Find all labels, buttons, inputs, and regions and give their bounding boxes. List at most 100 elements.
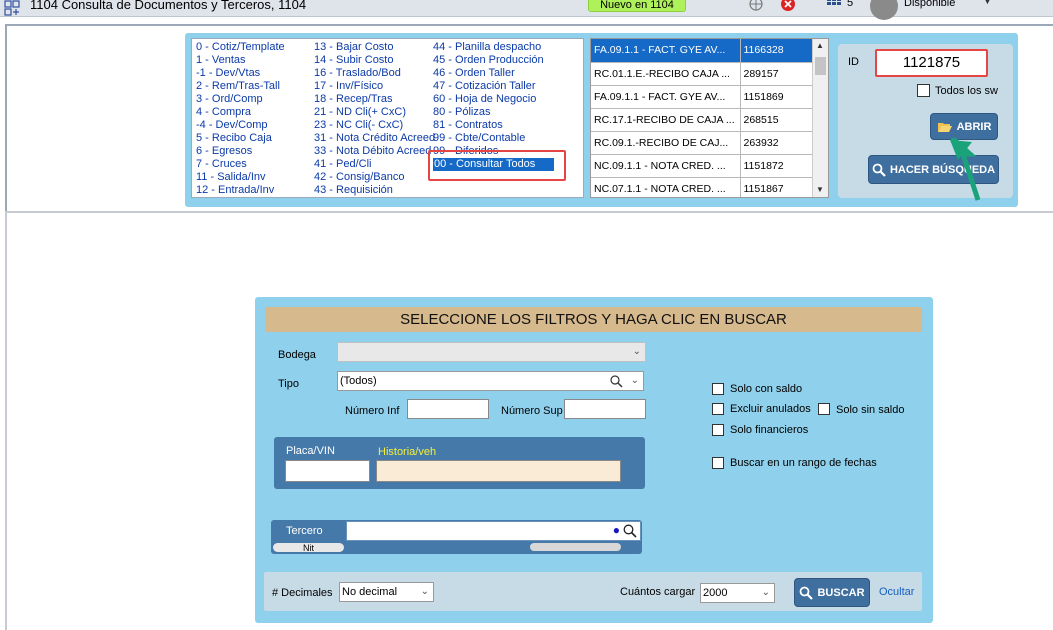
tipo-value: (Todos) (340, 375, 377, 387)
grid-menu-icon[interactable] (827, 0, 841, 10)
doc-type-item[interactable]: -4 - Dev/Comp (196, 119, 285, 132)
avatar[interactable] (870, 0, 898, 20)
table-row[interactable]: FA.09.1.1 - FACT. GYE AV... 1151869 (591, 85, 813, 109)
number-cell[interactable]: 263932 (740, 131, 813, 155)
cuantos-cargar-select[interactable]: 2000 ⌄ (700, 583, 775, 603)
table-row[interactable]: RC.09.1.-RECIBO DE CAJ... 263932 (591, 131, 813, 155)
decimales-select[interactable]: No decimal ⌄ (339, 582, 434, 602)
abrir-button[interactable]: ABRIR (930, 113, 998, 140)
doc-type-item[interactable]: 14 - Subir Costo (314, 54, 435, 67)
number-cell[interactable]: 1151867 (740, 177, 813, 197)
rango-fechas-checkbox[interactable] (712, 457, 724, 469)
number-cell[interactable]: 1151869 (740, 85, 813, 109)
search-icon[interactable] (623, 524, 637, 538)
doc-type-item[interactable]: 7 - Cruces (196, 158, 285, 171)
tipo-select[interactable]: (Todos) ⌄ (337, 371, 644, 391)
solo-con-saldo-checkbox[interactable] (712, 383, 724, 395)
nit-toggle[interactable]: Nit (273, 543, 344, 553)
chevron-down-icon[interactable]: ▼ (983, 0, 992, 6)
document-cell[interactable]: FA.09.1.1 - FACT. GYE AV... (591, 39, 741, 63)
buscar-label: BUSCAR (817, 586, 865, 599)
chevron-down-icon[interactable]: ⌄ (631, 372, 639, 390)
folder-open-icon (937, 122, 952, 132)
number-cell[interactable]: 268515 (740, 108, 813, 132)
doc-type-item[interactable]: 43 - Requisición (314, 184, 435, 197)
document-cell[interactable]: RC.01.1.E.-RECIBO CAJA ... (591, 62, 741, 86)
scroll-down-icon[interactable]: ▼ (816, 185, 824, 194)
doc-type-item[interactable]: 21 - ND Cli(+ CxC) (314, 106, 435, 119)
number-cell[interactable]: 1151872 (740, 154, 813, 178)
doc-type-item[interactable]: 17 - Inv/Físico (314, 80, 435, 93)
bodega-select[interactable]: ⌄ (337, 342, 646, 362)
ocultar-link[interactable]: Ocultar (879, 586, 914, 598)
globe-icon[interactable] (748, 0, 764, 12)
doc-type-item[interactable]: 13 - Bajar Costo (314, 41, 435, 54)
table-row[interactable]: RC.17.1-RECIBO DE CAJA ... 268515 (591, 108, 813, 132)
doc-type-item[interactable]: 11 - Salida/Inv (196, 171, 285, 184)
results-table[interactable]: FA.09.1.1 - FACT. GYE AV... 1166328 RC.01.… (590, 38, 829, 198)
numero-inf-input[interactable] (407, 399, 489, 419)
solo-sin-saldo-checkbox[interactable] (818, 403, 830, 415)
doc-type-item[interactable]: 3 - Ord/Comp (196, 93, 285, 106)
doc-type-item[interactable]: 47 - Cotización Taller (433, 80, 554, 93)
tercero-slider[interactable] (530, 543, 621, 551)
scrollbar-thumb[interactable] (815, 57, 826, 75)
document-cell[interactable]: NC.07.1.1 - NOTA CRED. ... (591, 177, 741, 197)
doc-type-item[interactable]: 45 - Orden Producción (433, 54, 554, 67)
scroll-up-icon[interactable]: ▲ (816, 41, 824, 50)
search-icon (872, 163, 886, 177)
document-cell[interactable]: NC.09.1.1 - NOTA CRED. ... (591, 154, 741, 178)
document-cell[interactable]: RC.09.1.-RECIBO DE CAJ... (591, 131, 741, 155)
historia-veh-link[interactable]: Historia/veh (378, 446, 436, 458)
table-row[interactable]: FA.09.1.1 - FACT. GYE AV... 1166328 (591, 39, 813, 63)
solo-financieros-checkbox[interactable] (712, 424, 724, 436)
doc-type-item[interactable]: 2 - Rem/Tras-Tall (196, 80, 285, 93)
numero-sup-input[interactable] (564, 399, 646, 419)
tercero-input[interactable]: ● (346, 521, 641, 541)
results-scrollbar[interactable]: ▲ ▼ (812, 39, 828, 197)
tercero-label: Tercero (286, 525, 323, 537)
table-row[interactable]: RC.01.1.E.-RECIBO CAJA ... 289157 (591, 62, 813, 86)
number-cell[interactable]: 1166328 (740, 39, 813, 63)
doc-type-item[interactable]: 31 - Nota Crédito Acreed (314, 132, 435, 145)
doc-type-item[interactable]: 46 - Orden Taller (433, 67, 554, 80)
excluir-anulados-label: Excluir anulados (730, 403, 811, 415)
doc-type-item[interactable]: 80 - Pólizas (433, 106, 554, 119)
doc-type-item[interactable]: 16 - Traslado/Bod (314, 67, 435, 80)
doc-type-item[interactable]: -1 - Dev/Vtas (196, 67, 285, 80)
doc-type-item[interactable]: 60 - Hoja de Negocio (433, 93, 554, 106)
doc-type-item[interactable]: 5 - Recibo Caja (196, 132, 285, 145)
document-cell[interactable]: FA.09.1.1 - FACT. GYE AV... (591, 85, 741, 109)
doc-type-item[interactable]: 6 - Egresos (196, 145, 285, 158)
number-cell[interactable]: 289157 (740, 62, 813, 86)
doc-type-item[interactable]: 81 - Contratos (433, 119, 554, 132)
numero-sup-label: Número Sup (501, 405, 563, 417)
doc-type-item[interactable]: 41 - Ped/Cli (314, 158, 435, 171)
buscar-button[interactable]: BUSCAR (794, 578, 870, 607)
doc-type-item[interactable]: 4 - Compra (196, 106, 285, 119)
placa-input[interactable] (285, 460, 370, 482)
doc-type-item[interactable]: 44 - Planilla despacho (433, 41, 554, 54)
doc-type-item[interactable]: 42 - Consig/Banco (314, 171, 435, 184)
todos-los-sw-checkbox[interactable] (917, 84, 930, 97)
historia-veh-input[interactable] (376, 460, 621, 482)
close-icon[interactable] (780, 0, 796, 12)
doc-type-item[interactable]: 0 - Cotiz/Template (196, 41, 285, 54)
nit-label: Nit (303, 543, 314, 553)
doc-type-item[interactable]: 99 - Cbte/Contable (433, 132, 554, 145)
search-icon (800, 586, 814, 600)
doc-type-item[interactable]: 33 - Nota Débito Acreed (314, 145, 435, 158)
doc-type-item[interactable]: 12 - Entrada/Inv (196, 184, 285, 197)
doc-type-item[interactable]: 23 - NC Cli(- CxC) (314, 119, 435, 132)
table-row[interactable]: NC.09.1.1 - NOTA CRED. ... 1151872 (591, 154, 813, 178)
document-cell[interactable]: RC.17.1-RECIBO DE CAJA ... (591, 108, 741, 132)
table-row[interactable]: NC.07.1.1 - NOTA CRED. ... 1151867 (591, 177, 813, 197)
new-in-1104-button[interactable]: Nuevo en 1104 (588, 0, 686, 12)
search-icon[interactable] (610, 375, 623, 388)
id-input[interactable]: 1121875 (875, 49, 988, 77)
doc-type-column-1: 0 - Cotiz/Template 1 - Ventas -1 - Dev/Vta… (196, 41, 285, 197)
excluir-anulados-checkbox[interactable] (712, 403, 724, 415)
doc-type-item[interactable]: 18 - Recep/Tras (314, 93, 435, 106)
doc-type-item[interactable]: 1 - Ventas (196, 54, 285, 67)
divider (5, 213, 7, 630)
